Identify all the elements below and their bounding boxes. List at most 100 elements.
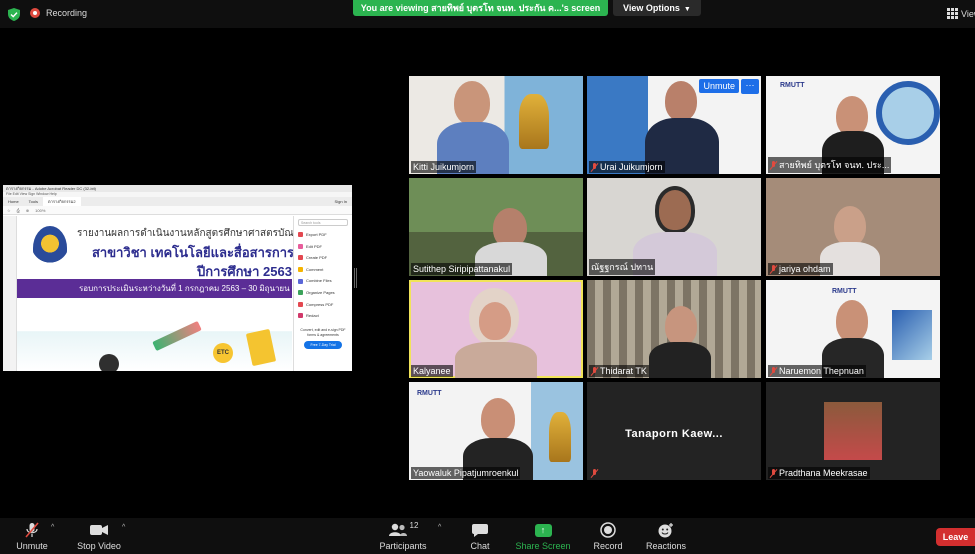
participant-name: Kalyanee	[411, 365, 453, 377]
chat-label: Chat	[470, 541, 490, 551]
video-tile-camera-off[interactable]: Tanaporn Kaew...	[587, 382, 761, 480]
video-tile-active-speaker[interactable]: Kalyanee	[409, 280, 583, 378]
participant-face	[481, 398, 515, 440]
tool-combine-files: Combine Files	[298, 275, 348, 287]
record-button[interactable]: Record	[590, 522, 626, 551]
more-options-button[interactable]: ···	[741, 79, 759, 94]
mic-off-icon	[14, 522, 50, 538]
participants-button[interactable]: 12 Participants	[378, 520, 428, 552]
tool-redact: Redact	[298, 310, 348, 322]
unmute-label: Unmute	[16, 541, 48, 551]
character-illustration	[99, 354, 119, 371]
caret-up-icon: ^	[51, 524, 55, 531]
shared-document-page: รายงานผลการดำเนินงานหลักสูตรศึกษาศาสตรบั…	[17, 216, 326, 371]
unmute-participant-button[interactable]: Unmute	[699, 79, 739, 93]
video-tile[interactable]: Unmute ··· Urai Juikumjorn	[587, 76, 761, 174]
participant-name: สายทิพย์ บุตรโท จนท. ประ...	[768, 157, 892, 173]
participant-name: Sutithep Siripipattanakul	[411, 263, 513, 275]
participant-display-name: Tanaporn Kaew...	[625, 428, 723, 440]
participant-name: Naruemon Thepnuan	[768, 365, 866, 377]
stop-video-label: Stop Video	[77, 541, 121, 551]
participant-face	[655, 186, 695, 234]
caret-up-icon: ^	[438, 524, 442, 531]
tool-create-pdf: Create PDF	[298, 252, 348, 264]
chevron-down-icon: ▼	[683, 6, 691, 13]
shared-tab-document: ตารางกิจกรรม2	[43, 197, 81, 206]
video-tile[interactable]: Kitti Juikumjorn	[409, 76, 583, 174]
participant-name: Urai Juikumjorn	[589, 161, 665, 173]
pagoda-circle-image	[876, 81, 940, 145]
mic-muted-icon	[770, 366, 777, 376]
record-label: Record	[593, 541, 623, 551]
shared-left-rail	[3, 216, 17, 371]
participant-name	[589, 468, 600, 479]
grid-view-icon	[947, 8, 958, 19]
mic-muted-icon	[770, 468, 777, 478]
emoji-plus-icon	[644, 522, 688, 538]
participant-face	[836, 96, 868, 136]
doc-title-line1: รายงานผลการดำเนินงานหลักสูตรศึกษาศาสตรบั…	[77, 228, 309, 239]
pagoda-image	[549, 412, 571, 462]
participant-face	[454, 81, 490, 125]
record-dot-icon	[30, 8, 40, 18]
unmute-button[interactable]: Unmute	[14, 522, 50, 551]
video-tile[interactable]: jariya ohdam	[766, 178, 940, 276]
split-resize-handle[interactable]	[354, 268, 357, 288]
shared-tabs: Home Tools ตารางกิจกรรม2 Sign In	[3, 197, 352, 206]
participant-name: jariya ohdam	[768, 263, 833, 275]
stop-video-button[interactable]: Stop Video	[76, 522, 122, 551]
mic-muted-icon	[591, 366, 598, 376]
share-screen-button[interactable]: ↑ Share Screen	[512, 522, 574, 551]
viewing-banner: You are viewing สายทิพย์ บุตรโท จนท. ประ…	[353, 0, 608, 16]
rmutt-logo: RMUTT	[780, 82, 805, 89]
share-screen-label: Share Screen	[515, 541, 571, 551]
mic-muted-icon	[591, 162, 598, 172]
tool-organize-pages: Organize Pages	[298, 287, 348, 299]
university-seal-icon	[33, 226, 67, 270]
upsell-note: Convert, edit and e-sign PDF forms & agr…	[300, 327, 346, 337]
star-icon: ☆	[7, 207, 11, 213]
print-icon: ⎙	[16, 207, 20, 213]
video-tile[interactable]: RMUTT Yaowaluk Pipatjumroenkul	[409, 382, 583, 480]
shared-sign-in: Sign In	[334, 199, 347, 204]
video-tile[interactable]: Sutithep Siripipattanakul	[409, 178, 583, 276]
video-tile[interactable]: ณัฐฐกรณ์ ปทาน	[587, 178, 761, 276]
etc-badge: ETC	[213, 343, 233, 363]
tool-comment: Comment	[298, 264, 348, 276]
free-trial-button: Free 7-Day Trial	[304, 340, 342, 349]
recording-indicator[interactable]: Recording	[30, 8, 87, 18]
participant-body	[649, 342, 711, 378]
tool-compress-pdf: Compress PDF	[298, 299, 348, 311]
shared-tab-home: Home	[8, 199, 19, 204]
video-tile-camera-off[interactable]: Pradthana Meekrasae	[766, 382, 940, 480]
view-button[interactable]: View	[947, 8, 975, 19]
rmutt-logo: RMUTT	[417, 390, 442, 397]
shield-check-icon[interactable]	[8, 8, 20, 21]
zoom-level: 100%	[35, 207, 46, 213]
mic-muted-icon	[591, 469, 598, 478]
caret-up-icon: ^	[122, 524, 126, 531]
participant-name: Pradthana Meekrasae	[768, 467, 870, 479]
leave-button[interactable]: Leave	[936, 528, 975, 546]
chat-button[interactable]: Chat	[464, 522, 496, 551]
shared-window-title: ตารางกิจกรรม - Adobe Acrobat Reader DC (…	[3, 185, 352, 192]
video-tile[interactable]: RMUTT สายทิพย์ บุตรโท จนท. ประ...	[766, 76, 940, 174]
video-tile[interactable]: RMUTT Naruemon Thepnuan	[766, 280, 940, 378]
tool-export-pdf: Export PDF	[298, 229, 348, 241]
mic-muted-icon	[770, 264, 777, 274]
banner-image	[892, 310, 932, 360]
view-label: View	[961, 8, 975, 19]
doc-band: รอบการประเมินระหว่างวันที่ 1 กรกฎาคม 256…	[17, 279, 310, 298]
participant-count: 12	[409, 520, 419, 530]
shared-screen[interactable]: ตารางกิจกรรม - Adobe Acrobat Reader DC (…	[3, 185, 352, 371]
video-tile[interactable]: Thidarat TK	[587, 280, 761, 378]
participant-name: Kitti Juikumjorn	[411, 161, 477, 173]
shared-right-pane: Search tools Export PDF Edit PDF Create …	[293, 216, 352, 371]
rmutt-logo: RMUTT	[832, 288, 857, 295]
doc-title-line2: สาขาวิชา เทคโนโลยีและสื่อสารการศึกษา	[92, 245, 327, 260]
view-options-button[interactable]: View Options ▼	[613, 0, 701, 16]
participants-icon: 12	[378, 520, 428, 538]
participant-name: Yaowaluk Pipatjumroenkul	[411, 467, 521, 479]
reactions-button[interactable]: Reactions	[644, 522, 688, 551]
participant-face	[479, 302, 511, 340]
